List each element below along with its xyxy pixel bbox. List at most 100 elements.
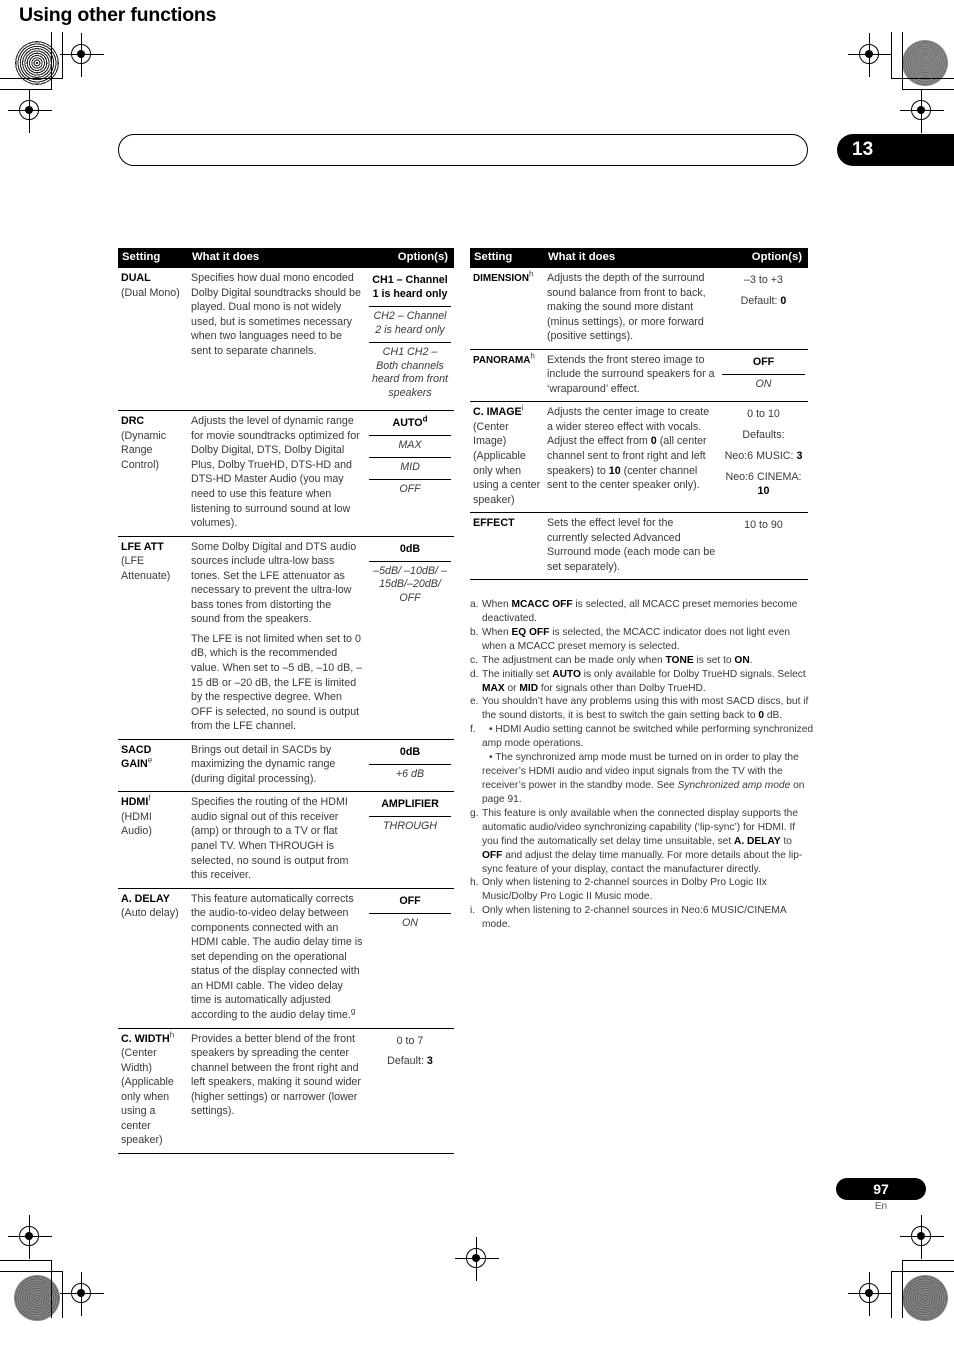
- page-number-badge: 97: [836, 1178, 926, 1200]
- settings-table-right: Setting What it does Option(s) DIMENSION…: [470, 248, 808, 581]
- option-value: OFF: [399, 894, 421, 907]
- footnote-item: f. • HDMI Audio setting cannot be switche…: [470, 723, 814, 807]
- crop-line-tr-v2: [902, 32, 904, 90]
- table-row: SACD GAINe Brings out detail in SACDs by …: [118, 738, 454, 792]
- setting-name-cell: DIMENSIONh: [473, 269, 534, 284]
- crop-line-tl-h1: [0, 78, 62, 80]
- footnote-marker: a.: [470, 599, 479, 610]
- option-value: Default: 3: [387, 1055, 433, 1068]
- setting-description-cell: Adjusts the level of dynamic range for m…: [188, 410, 366, 537]
- setting-description-cell: Provides a better blend of the front spe…: [188, 1027, 366, 1154]
- footnote-marker: e.: [470, 696, 479, 708]
- option-value: Default: 0: [740, 294, 787, 307]
- setting-options-cell: AUTOd MAX MID OFF: [366, 410, 454, 537]
- option-value: OFF: [369, 478, 451, 501]
- footnote-item: d. The initially set AUTO is only availab…: [470, 668, 814, 696]
- setting-description-cell: Some Dolby Digital and DTS audio sources…: [188, 535, 366, 740]
- option-value: 0 to 10: [747, 408, 780, 421]
- registration-mark-bottom-left-outer: [8, 1215, 52, 1259]
- footnote-item: a. When MCACC OFF is selected, all MCACC …: [470, 598, 814, 626]
- setting-options-cell: CH1 – Channel 1 is heard only CH2 – Chann…: [366, 268, 454, 411]
- option-value: AUTOd: [392, 414, 428, 430]
- table-row: EFFECT Sets the effect level for the curr…: [470, 512, 808, 581]
- table-row: LFE ATT (LFE Attenuate) Some Dolby Digital…: [118, 535, 454, 740]
- setting-name-cell: PANORAMAh: [470, 348, 544, 402]
- option-value: ON: [722, 373, 805, 396]
- footnote-item: e. You shouldn’t have any problems using …: [470, 695, 814, 723]
- table-row: HDMIf (HDMI Audio) Specifies the routing o…: [118, 791, 454, 889]
- setting-description-cell: Sets the effect level for the currently …: [544, 512, 719, 581]
- footnote-item: b. When EQ OFF is selected, the MCACC ind…: [470, 626, 814, 654]
- column-header-setting: Setting: [118, 248, 188, 268]
- column-header-what-it-does: What it does: [544, 248, 719, 268]
- page-language-code: En: [874, 1201, 888, 1212]
- chapter-number-badge: 13: [837, 134, 954, 166]
- footnotes-list: a. When MCACC OFF is selected, all MCACC …: [470, 598, 814, 932]
- setting-options-cell: –3 to +3 Default: 0: [719, 268, 808, 349]
- setting-name-cell: LFE ATT (LFE Attenuate): [118, 535, 188, 740]
- crop-line-bl-h2: [0, 1271, 62, 1273]
- settings-table-left-wrapper: Setting What it does Option(s) DUAL (Dual…: [118, 248, 454, 1154]
- registration-mark-bottom-center: [455, 1237, 499, 1281]
- option-value: MID: [369, 457, 451, 479]
- halftone-circle-bottom-left: [14, 1275, 60, 1321]
- settings-table-right-body: DIMENSIONh Adjusts the depth of the surro…: [470, 268, 808, 581]
- footnote-item: i. Only when listening to 2-channel sourc…: [470, 904, 814, 932]
- footnote-text: Only when listening to 2-channel sources…: [482, 877, 767, 903]
- registration-mark-top-left-inner: [60, 33, 104, 77]
- footnote-text: The initially set AUTO is only available…: [482, 668, 806, 694]
- footnote-text: When EQ OFF is selected, the MCACC indic…: [482, 626, 791, 652]
- option-value: –5dB/ –10dB/ –15dB/–20dB/ OFF: [369, 560, 451, 611]
- chapter-title-pill: [118, 134, 808, 166]
- table-row: DIMENSIONh Adjusts the depth of the surro…: [470, 268, 808, 349]
- table-row: DRC (Dynamic Range Control) Adjusts the le…: [118, 410, 454, 537]
- option-value: CH1 CH2 – Both channels heard from front…: [369, 341, 451, 406]
- footnote-marker: g.: [470, 807, 479, 819]
- setting-options-cell: 10 to 90: [719, 512, 808, 581]
- option-value: –3 to +3: [744, 273, 783, 286]
- setting-options-cell: 0dB –5dB/ –10dB/ –15dB/–20dB/ OFF: [366, 535, 454, 740]
- setting-name-cell: DRC (Dynamic Range Control): [118, 410, 188, 537]
- settings-table-left-body: DUAL (Dual Mono) Specifies how dual mono e…: [118, 268, 454, 1154]
- crop-line-br-v1: [902, 1260, 904, 1318]
- crop-line-bl-h1: [0, 1260, 52, 1262]
- setting-description-cell: Adjusts the center image to create a wid…: [544, 401, 719, 513]
- footnote-text: • HDMI Audio setting cannot be switched …: [482, 724, 814, 805]
- setting-description-cell: Brings out detail in SACDs by maximizing…: [188, 738, 366, 792]
- setting-description-cell: Specifies the routing of the HDMI audio …: [188, 791, 366, 889]
- registration-mark-bottom-right-outer: [900, 1215, 944, 1259]
- option-value: +6 dB: [369, 763, 451, 786]
- settings-table-left: Setting What it does Option(s) DUAL (Dual…: [118, 248, 454, 1154]
- option-value: MAX: [369, 435, 451, 457]
- footnote-text: When MCACC OFF is selected, all MCACC pr…: [482, 599, 798, 624]
- registration-mark-bottom-right-inner: [848, 1272, 892, 1316]
- footnote-marker: b.: [470, 626, 479, 638]
- footnote-marker: i.: [470, 905, 476, 917]
- table-row: PANORAMAh Extends the front stereo image …: [470, 348, 808, 402]
- setting-options-cell: 0dB +6 dB: [366, 738, 454, 792]
- column-header-options: Option(s): [366, 248, 454, 268]
- setting-options-cell: OFF ON: [366, 887, 454, 1029]
- registration-mark-bottom-left-inner: [60, 1272, 104, 1316]
- setting-options-cell: 0 to 10 Defaults: Neo:6 MUSIC: 3 Neo:6 CINE…: [719, 401, 808, 513]
- setting-options-cell: AMPLIFIER THROUGH: [366, 791, 454, 889]
- table-row: C. IMAGEi (Center Image) (Applicable only…: [470, 401, 808, 513]
- option-value: 0dB: [399, 745, 421, 758]
- option-value: Defaults:: [742, 429, 785, 442]
- setting-description-cell: Adjusts the depth of the surround sound …: [547, 271, 706, 343]
- setting-description-cell: Extends the front stereo image to includ…: [544, 348, 719, 402]
- setting-description-cell: This feature automatically corrects the …: [188, 887, 366, 1029]
- option-value: 0 to 7: [396, 1034, 424, 1047]
- setting-name-cell: EFFECT: [470, 512, 544, 581]
- footnote-marker: h.: [470, 877, 479, 889]
- footnote-item: h. Only when listening to 2-channel sourc…: [470, 876, 814, 904]
- footnote-text: Only when listening to 2-channel sources…: [482, 905, 787, 931]
- setting-options-cell: 0 to 7 Default: 3: [366, 1027, 454, 1154]
- option-value: AMPLIFIER: [381, 798, 439, 811]
- footnote-text: You shouldn’t have any problems using th…: [482, 696, 809, 722]
- registration-mark-top-right-inner: [848, 33, 892, 77]
- option-value: Neo:6 CINEMA: 10: [725, 471, 802, 497]
- footnote-marker: c.: [470, 654, 478, 666]
- table-row: A. DELAY (Auto delay) This feature automat…: [118, 887, 454, 1029]
- option-value: OFF: [752, 355, 775, 368]
